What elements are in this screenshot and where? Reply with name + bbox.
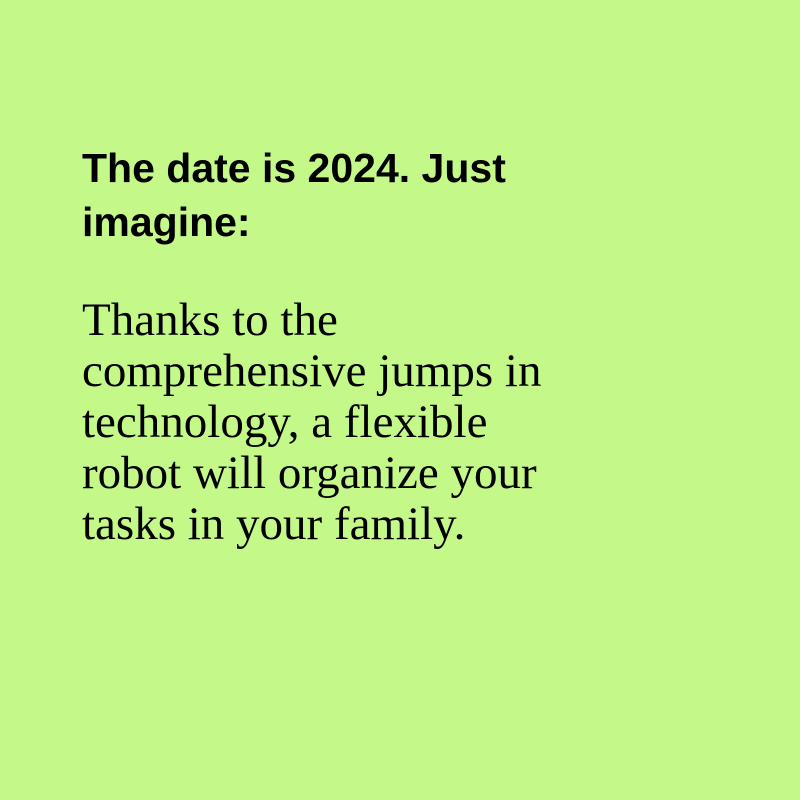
body-line: Thanks to the [82,294,338,346]
body-line: technology, a flexible [82,396,488,448]
body-paragraph: Thanks to the comprehensive jumps in tec… [82,295,722,550]
heading: The date is 2024. Just imagine: [82,141,722,249]
body-line: robot will organize your [82,447,537,499]
text-card: The date is 2024. Just imagine: Thanks t… [0,0,800,800]
heading-line: The date is 2024. Just [82,145,506,191]
body-line: tasks in your family. [82,498,466,550]
heading-line: imagine: [82,199,251,245]
body-line: comprehensive jumps in [82,345,542,397]
